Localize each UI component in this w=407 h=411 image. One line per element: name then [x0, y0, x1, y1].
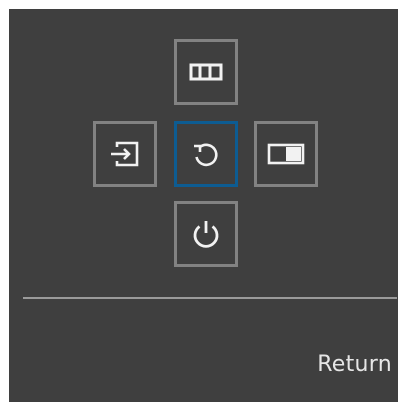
osd-panel: Return [9, 9, 398, 402]
source-input-icon [111, 141, 139, 167]
pip-pbp-button[interactable] [254, 121, 318, 187]
power-icon [193, 221, 219, 248]
pip-pbp-icon [267, 143, 305, 165]
picture-mode-button[interactable] [174, 39, 238, 105]
return-button[interactable] [174, 121, 238, 187]
power-button[interactable] [174, 201, 238, 267]
selected-function-label: Return [317, 352, 392, 377]
divider [23, 297, 397, 299]
picture-mode-icon [189, 63, 223, 81]
return-icon [194, 143, 218, 167]
source-button[interactable] [93, 121, 157, 187]
